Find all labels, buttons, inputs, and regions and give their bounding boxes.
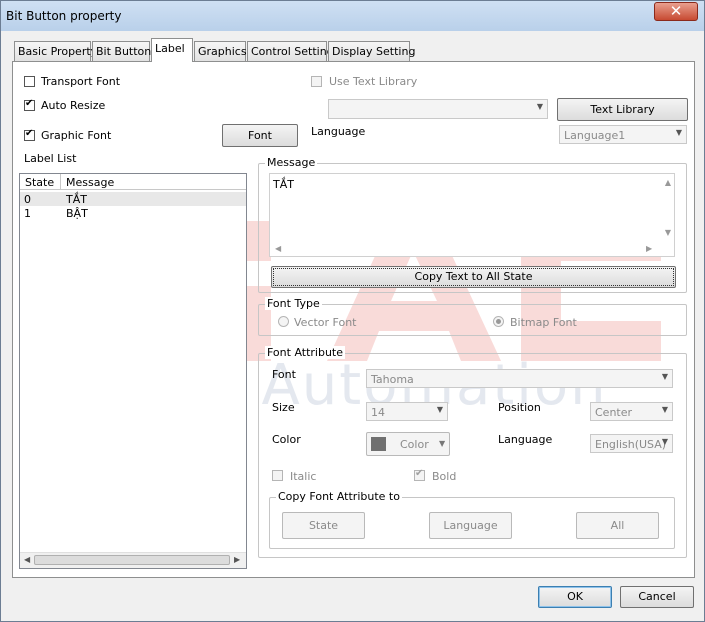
message-text: TẮT [273, 178, 294, 191]
chevron-down-icon: ▼ [439, 439, 446, 448]
use-text-library-checkbox[interactable] [311, 76, 322, 87]
scrollbar-thumb[interactable] [34, 555, 230, 565]
text-library-button[interactable]: Text Library [557, 98, 688, 121]
scroll-down-icon[interactable]: ▼ [665, 228, 671, 237]
attr-language-select[interactable]: English(USA) ▼ [590, 434, 673, 453]
tab-label[interactable]: Label [151, 38, 193, 62]
auto-resize-checkbox[interactable] [24, 98, 35, 111]
window-title: Bit Button property [6, 9, 122, 23]
text-library-select[interactable]: ▼ [328, 99, 548, 119]
font-value: Tahoma [371, 373, 414, 386]
tab-display-setting[interactable]: Display Setting [328, 41, 415, 61]
scroll-left-icon[interactable]: ◀ [24, 555, 30, 564]
position-label: Position [498, 401, 541, 414]
scroll-up-icon[interactable]: ▲ [665, 178, 671, 187]
chevron-down-icon: ▼ [536, 102, 543, 111]
transport-font-label: Transport Font [41, 75, 121, 88]
label-list[interactable]: State Message 0 TẮT 1 BẬT ◀ ▶ [19, 173, 247, 569]
table-row[interactable]: 0 TẮT [20, 192, 246, 206]
font-label: Font [272, 368, 296, 381]
bitmap-font-label: Bitmap Font [510, 316, 577, 329]
label-list-header: State Message [20, 174, 246, 190]
font-button[interactable]: Font [222, 124, 298, 147]
copy-text-to-all-state-button[interactable]: Copy Text to All State [271, 266, 676, 288]
language-value: Language1 [564, 129, 626, 142]
use-text-library-label: Use Text Library [329, 75, 418, 88]
chevron-down-icon: ▼ [675, 128, 682, 137]
message-textarea[interactable]: TẮT ▲ ▼ ◀ ▶ [269, 173, 675, 257]
copy-to-state-button[interactable]: State [282, 512, 365, 539]
table-row[interactable]: 1 BẬT [20, 206, 246, 220]
row-message: BẬT [66, 207, 88, 220]
copy-to-all-button[interactable]: All [576, 512, 659, 539]
color-button-label: Color [400, 438, 429, 451]
language-select[interactable]: Language1 ▼ [559, 125, 687, 144]
row-state: 0 [24, 193, 31, 206]
graphic-font-label: Graphic Font [41, 129, 112, 142]
chevron-down-icon: ▼ [661, 437, 668, 446]
vector-font-radio[interactable] [278, 316, 289, 327]
size-label: Size [272, 401, 295, 414]
label-list-title: Label List [24, 152, 77, 165]
color-swatch [371, 437, 386, 451]
column-divider [60, 174, 61, 190]
column-header-state[interactable]: State [25, 176, 54, 189]
transport-font-checkbox[interactable] [24, 76, 35, 87]
font-attribute-title: Font Attribute [265, 346, 346, 359]
attr-language-value: English(USA) [595, 438, 667, 451]
scroll-left-icon[interactable]: ◀ [275, 244, 281, 253]
dialog-window: Bit Button property ✕ Basic Property Bit… [0, 0, 705, 622]
copy-font-attribute-title: Copy Font Attribute to [276, 490, 402, 503]
color-picker-button[interactable]: Color ▼ [366, 432, 450, 456]
horizontal-scrollbar[interactable]: ◀ ▶ [20, 552, 246, 568]
size-value: 14 [371, 406, 385, 419]
chevron-down-icon: ▼ [661, 372, 668, 381]
cancel-button[interactable]: Cancel [620, 586, 694, 608]
position-value: Center [595, 406, 633, 419]
color-label: Color [272, 433, 301, 446]
row-message: TẮT [66, 193, 87, 206]
font-select[interactable]: Tahoma ▼ [366, 369, 673, 388]
tab-graphics[interactable]: Graphics [194, 41, 247, 61]
italic-checkbox[interactable] [272, 470, 283, 481]
message-group-title: Message [265, 156, 318, 169]
scroll-right-icon[interactable]: ▶ [234, 555, 240, 564]
position-select[interactable]: Center ▼ [590, 402, 673, 421]
language-label: Language [311, 125, 366, 138]
bold-checkbox[interactable] [414, 468, 425, 481]
vector-font-label: Vector Font [294, 316, 357, 329]
size-select[interactable]: 14 ▼ [366, 402, 448, 421]
ok-button[interactable]: OK [538, 586, 612, 608]
copy-to-language-button[interactable]: Language [429, 512, 512, 539]
close-button[interactable]: ✕ [654, 2, 698, 21]
auto-resize-label: Auto Resize [41, 99, 106, 112]
scroll-right-icon[interactable]: ▶ [646, 244, 652, 253]
italic-label: Italic [290, 470, 317, 483]
title-bar: Bit Button property ✕ [1, 1, 704, 31]
column-header-message[interactable]: Message [66, 176, 114, 189]
tab-control-setting[interactable]: Control Setting [247, 41, 334, 61]
tab-basic-property[interactable]: Basic Property [14, 41, 97, 61]
bitmap-font-radio[interactable] [493, 316, 504, 327]
bold-label: Bold [432, 470, 457, 483]
tab-bit-button[interactable]: Bit Button [92, 41, 151, 61]
row-state: 1 [24, 207, 31, 220]
attr-language-label: Language [498, 433, 553, 446]
graphic-font-checkbox[interactable] [24, 128, 35, 141]
chevron-down-icon: ▼ [661, 405, 668, 414]
font-type-title: Font Type [265, 297, 322, 310]
chevron-down-icon: ▼ [436, 405, 443, 414]
